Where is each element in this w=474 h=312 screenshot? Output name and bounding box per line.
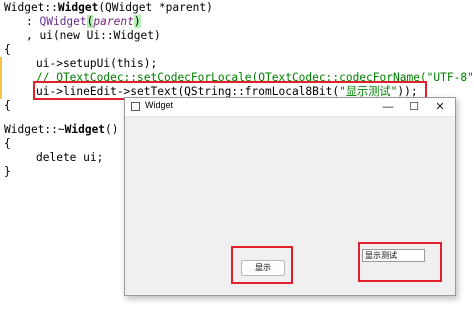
code-line-1: Widget::Widget(QWidget *parent) bbox=[4, 1, 213, 15]
change-marker bbox=[0, 85, 2, 99]
app-icon bbox=[131, 102, 140, 111]
highlight-box-button bbox=[231, 246, 293, 284]
code-token: () bbox=[105, 123, 119, 136]
maximize-button[interactable]: ☐ bbox=[401, 98, 427, 116]
code-token: ui->setupUi(this); bbox=[36, 57, 158, 70]
title-bar[interactable]: Widget — ☐ ✕ bbox=[125, 98, 455, 117]
code-token: { bbox=[4, 137, 11, 150]
code-token: QWidget bbox=[39, 15, 87, 28]
code-token: (QWidget *parent) bbox=[98, 1, 213, 14]
code-token: } bbox=[4, 165, 11, 178]
window-title: Widget bbox=[145, 100, 174, 110]
code-line-12: } bbox=[4, 165, 11, 179]
change-marker bbox=[0, 57, 2, 71]
change-marker bbox=[0, 71, 2, 85]
code-token: delete ui; bbox=[36, 151, 104, 164]
code-line-4: { bbox=[4, 43, 11, 57]
code-line-5: ui->setupUi(this); bbox=[36, 57, 157, 71]
minimize-button[interactable]: — bbox=[375, 98, 401, 116]
code-token: parent bbox=[93, 15, 134, 28]
code-token: Widget:: bbox=[4, 1, 58, 14]
code-token: Widget::~ bbox=[4, 123, 65, 136]
code-line-2: : QWidget(parent) bbox=[26, 15, 141, 29]
code-line-9: Widget::~Widget() bbox=[4, 123, 119, 137]
highlight-box-lineedit bbox=[358, 242, 442, 282]
code-token: Widget bbox=[57, 1, 99, 14]
code-line-3: , ui(new Ui::Widget) bbox=[26, 29, 161, 43]
code-line-11: delete ui; bbox=[36, 151, 103, 165]
code-token: Widget bbox=[64, 123, 106, 136]
code-token: : bbox=[26, 15, 40, 28]
code-token: , ui(new Ui::Widget) bbox=[26, 29, 161, 42]
code-token: ) bbox=[133, 15, 141, 28]
code-token: { bbox=[4, 43, 11, 56]
close-button[interactable]: ✕ bbox=[427, 98, 453, 116]
code-token: { bbox=[4, 99, 11, 112]
code-line-8: { bbox=[4, 99, 11, 113]
code-line-10: { bbox=[4, 137, 11, 151]
